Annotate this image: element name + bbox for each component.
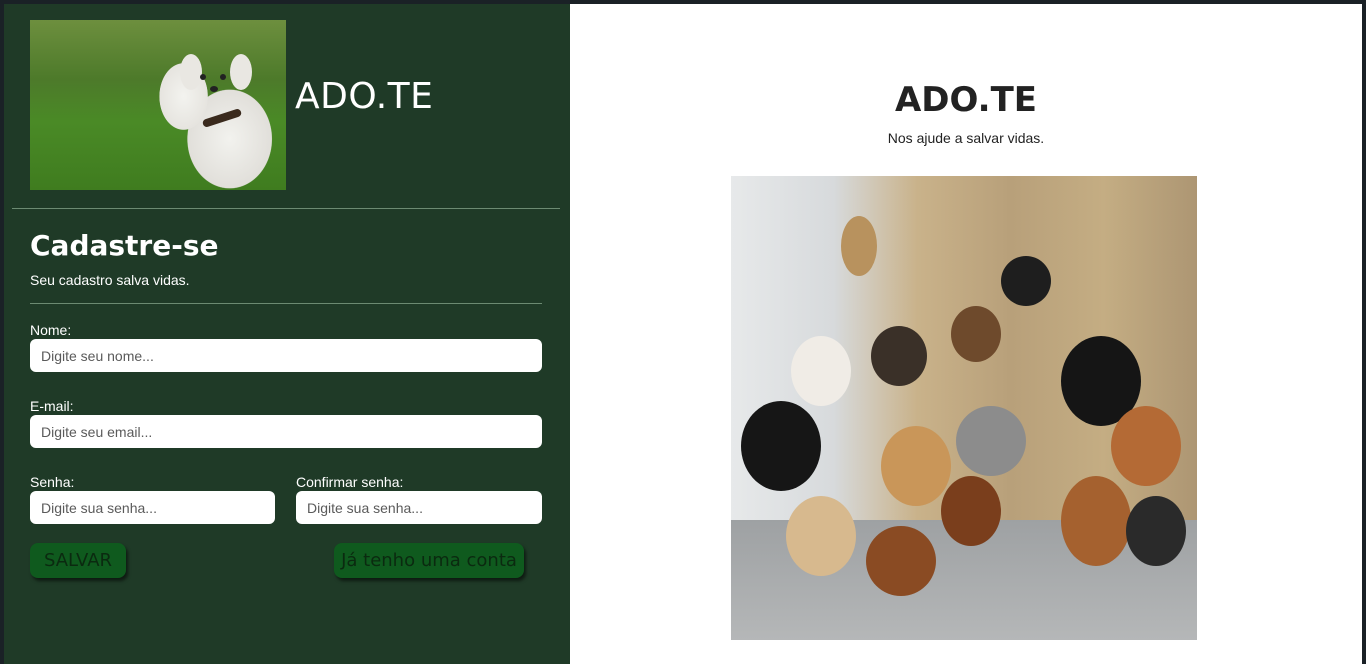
save-button[interactable]: SALVAR xyxy=(30,543,126,578)
divider xyxy=(30,303,542,304)
have-account-button[interactable]: Já tenho uma conta xyxy=(334,543,524,578)
dog-ear xyxy=(230,54,252,90)
divider xyxy=(12,208,560,209)
dog xyxy=(786,496,856,576)
dog xyxy=(956,406,1026,476)
dog xyxy=(841,216,877,276)
dog xyxy=(1001,256,1051,306)
email-input[interactable] xyxy=(30,415,542,448)
dogs-group-image xyxy=(731,176,1197,640)
password-input[interactable] xyxy=(30,491,275,524)
register-subtitle: Seu cadastro salva vidas. xyxy=(30,272,190,288)
dog xyxy=(951,306,1001,362)
confirm-password-label: Confirmar senha: xyxy=(296,474,404,490)
hero-title: ADO.TE xyxy=(894,80,1038,120)
hero-subtitle: Nos ajude a salvar vidas. xyxy=(887,130,1045,146)
dog xyxy=(791,336,851,406)
dog-eye xyxy=(220,74,226,80)
dog-nose xyxy=(210,86,218,92)
dog-ear xyxy=(180,54,202,90)
name-input[interactable] xyxy=(30,339,542,372)
email-label: E-mail: xyxy=(30,398,74,414)
dog xyxy=(1111,406,1181,486)
name-label: Nome: xyxy=(30,322,72,338)
dog xyxy=(941,476,1001,546)
dog xyxy=(866,526,936,596)
confirm-password-input[interactable] xyxy=(296,491,542,524)
dog-eye xyxy=(200,74,206,80)
registration-panel: ADO.TE Cadastre-se Seu cadastro salva vi… xyxy=(4,4,570,664)
dog xyxy=(1126,496,1186,566)
dog xyxy=(1061,476,1131,566)
dog-collar xyxy=(201,108,243,128)
logo-dog-image xyxy=(30,20,286,190)
password-label: Senha: xyxy=(30,474,75,490)
register-title: Cadastre-se xyxy=(30,229,219,262)
brand-name: ADO.TE xyxy=(295,76,434,117)
dog xyxy=(871,326,927,386)
dog xyxy=(881,426,951,506)
dog xyxy=(741,401,821,491)
